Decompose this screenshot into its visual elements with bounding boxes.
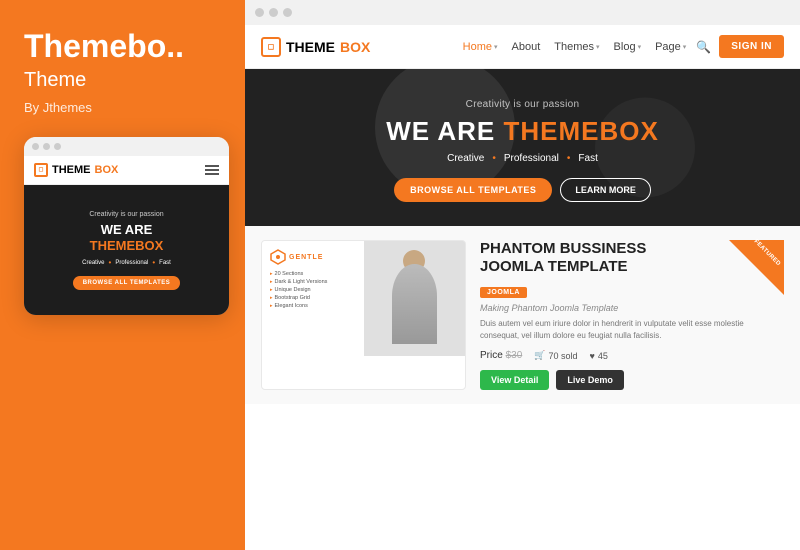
browse-button[interactable]: BROWSE ALL TEMPLATES	[394, 178, 552, 202]
tagline-fast: Fast	[578, 153, 597, 164]
tagline-dot-1: •	[492, 153, 496, 164]
mobile-dot-3	[54, 143, 61, 150]
price-text: Price $30	[480, 350, 522, 361]
mobile-tagline: Creative • Professional • Fast	[82, 258, 171, 267]
sub-title: Theme	[24, 69, 86, 92]
left-panel: Themebo.. Theme By Jthemes ◻ THEMEBOX Cr…	[0, 0, 245, 550]
person-body	[392, 264, 437, 344]
mobile-logo-icon: ◻	[34, 163, 48, 177]
product-card-image: GENTLE 20 Sections Dark & Light Versions…	[262, 241, 465, 356]
page-chevron: ▾	[683, 43, 687, 51]
desktop-hero: Creativity is our passion WE ARE THEMEBO…	[245, 69, 800, 226]
product-meta: Price $30 🛒 70 sold ♥ 45	[480, 350, 784, 361]
product-card-left: GENTLE 20 Sections Dark & Light Versions…	[262, 241, 374, 356]
mobile-dot-creative: •	[109, 258, 112, 267]
desktop-passion-text: Creativity is our passion	[265, 99, 780, 110]
nav-about[interactable]: About	[512, 41, 541, 53]
heart-icon: ♥	[590, 351, 595, 361]
signin-button[interactable]: SIGN IN	[719, 35, 784, 58]
nav-themes[interactable]: Themes ▾	[554, 41, 599, 53]
mobile-logo-text1: THEME	[52, 164, 91, 176]
likes-count: ♥ 45	[590, 351, 608, 361]
search-icon[interactable]: 🔍	[696, 40, 711, 54]
desktop-dot-3	[283, 8, 292, 17]
desktop-dot-2	[269, 8, 278, 17]
gentle-text-label: GENTLE	[289, 254, 323, 261]
product-buttons: View Detail Live Demo	[480, 370, 784, 390]
product-section: FEATURED PHANTOM BUSSINESSJOOMLA TEMPLAT…	[480, 240, 784, 390]
sold-count: 🛒 70 sold	[534, 350, 577, 361]
feature-item-3: Unique Design	[270, 287, 365, 293]
nav-page[interactable]: Page ▾	[655, 41, 686, 53]
desktop-dot-1	[255, 8, 264, 17]
sold-count-value: 70 sold	[548, 351, 577, 361]
desktop-we-are: WE ARE THEMEBOX	[265, 116, 780, 147]
live-demo-button[interactable]: Live Demo	[556, 370, 624, 390]
featured-ribbon	[729, 240, 784, 295]
mobile-themebox: THEMEBOX	[90, 238, 164, 253]
we-are-label: WE ARE	[386, 116, 503, 146]
feature-list: 20 Sections Dark & Light Versions Unique…	[270, 271, 365, 309]
themes-chevron: ▾	[596, 43, 600, 51]
desktop-logo: ◻ THEME BOX	[261, 37, 370, 57]
view-detail-button[interactable]: View Detail	[480, 370, 549, 390]
gentle-logo-icon	[270, 249, 286, 265]
desktop-themebox-label: THEMEBOX	[503, 116, 658, 146]
home-chevron: ▾	[494, 43, 498, 51]
mobile-tagline-fast: Fast	[159, 260, 171, 266]
feature-item-5: Elegant Icons	[270, 303, 365, 309]
product-card-right	[364, 241, 466, 356]
mobile-tagline-creative: Creative	[82, 260, 104, 266]
mobile-dot-2	[43, 143, 50, 150]
feature-item-4: Bootstrap Grid	[270, 295, 365, 301]
tagline-creative: Creative	[447, 153, 484, 164]
tagline-dot-2: •	[567, 153, 571, 164]
nav-home[interactable]: Home ▾	[463, 41, 498, 53]
mobile-browse-button[interactable]: BROWSE ALL TEMPLATES	[73, 276, 181, 290]
mobile-logo: ◻ THEME BOX	[34, 163, 118, 177]
learn-more-button[interactable]: LEARN MORE	[560, 178, 651, 202]
mobile-dot-professional: •	[152, 258, 155, 267]
feature-item-1: 20 Sections	[270, 271, 365, 277]
desktop-nav: ◻ THEME BOX Home ▾ About Themes ▾ Blog ▾ …	[245, 25, 800, 69]
hamburger-icon[interactable]	[205, 165, 219, 175]
mobile-preview: ◻ THEMEBOX Creativity is our passion WE …	[24, 137, 229, 315]
mobile-passion-text: Creativity is our passion	[89, 211, 163, 218]
mobile-nav: ◻ THEME BOX	[24, 156, 229, 185]
product-description: Duis autem vel eum iriure dolor in hendr…	[480, 318, 784, 342]
likes-count-value: 45	[598, 351, 608, 361]
desktop-logo-part1: THEME	[286, 39, 335, 55]
product-subtitle: Making Phantom Joomla Template	[480, 303, 784, 313]
desktop-logo-icon: ◻	[261, 37, 281, 57]
mobile-browser-bar	[24, 137, 229, 156]
author-label: By Jthemes	[24, 100, 92, 115]
nav-blog[interactable]: Blog ▾	[614, 41, 642, 53]
mobile-tagline-professional: Professional	[115, 260, 148, 266]
feature-item-2: Dark & Light Versions	[270, 279, 365, 285]
hero-buttons: BROWSE ALL TEMPLATES LEARN MORE	[265, 178, 780, 202]
mobile-dot-1	[32, 143, 39, 150]
cart-icon: 🛒	[534, 350, 545, 361]
person-figure	[392, 264, 437, 334]
joomla-badge: JOOMLA	[480, 287, 527, 298]
desktop-browser-bar	[245, 0, 800, 25]
mobile-we-are: WE ARE	[101, 222, 153, 237]
desktop-tagline: Creative • Professional • Fast	[265, 153, 780, 164]
desktop-logo-part2: BOX	[340, 39, 370, 55]
nav-links: Home ▾ About Themes ▾ Blog ▾ Page ▾	[463, 41, 687, 53]
blog-chevron: ▾	[638, 43, 642, 51]
desktop-content: GENTLE 20 Sections Dark & Light Versions…	[245, 226, 800, 404]
price-label: Price	[480, 350, 503, 361]
product-card: GENTLE 20 Sections Dark & Light Versions…	[261, 240, 466, 390]
tagline-professional: Professional	[504, 153, 559, 164]
main-title: Themebo..	[24, 28, 184, 65]
mobile-logo-text2: BOX	[95, 164, 119, 176]
right-panel: ◻ THEMEBOX Home ▾ About Themes ▾ Blog ▾ …	[245, 0, 800, 550]
price-old: $30	[506, 350, 523, 361]
gentle-logo: GENTLE	[270, 249, 365, 265]
mobile-hero: Creativity is our passion WE ARE THEMEBO…	[24, 185, 229, 315]
